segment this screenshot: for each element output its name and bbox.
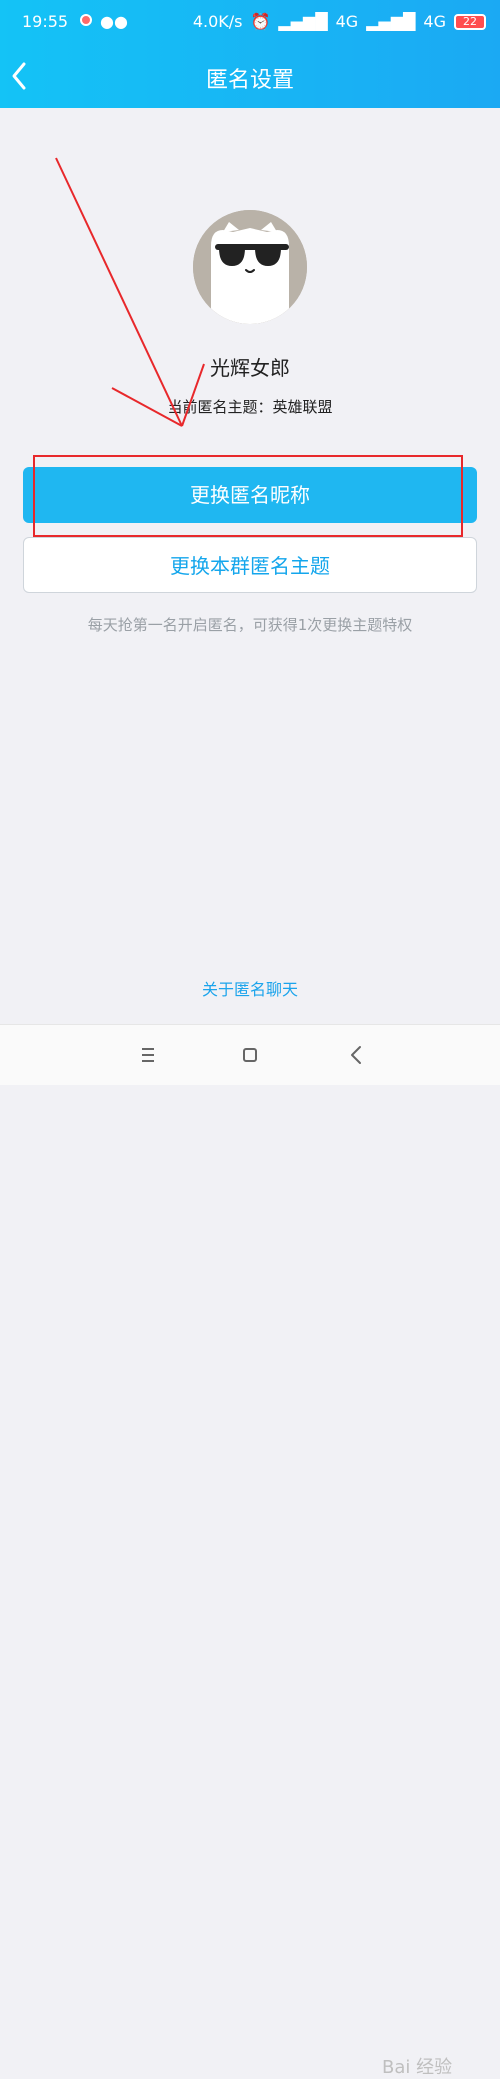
- home-square-icon: [243, 1048, 257, 1062]
- menu-button[interactable]: [118, 1025, 178, 1085]
- header-bar: 19:55 ●● 4.0K/s ⏰ ▂▄▆█ 4G ▂▄▆█ 4G 22 匿名设…: [0, 0, 500, 108]
- nav-bar: 匿名设置: [0, 44, 500, 108]
- menu-icon: [142, 1048, 154, 1062]
- battery-icon: 22: [454, 13, 486, 30]
- system-nav-bar: Bai 经验: [0, 1024, 500, 2078]
- baidu-watermark: Bai 经验: [382, 2057, 453, 2078]
- annotation-arrow: [55, 157, 183, 427]
- change-theme-button[interactable]: 更换本群匿名主题: [23, 537, 477, 593]
- about-anonymous-chat-link[interactable]: 关于匿名聊天: [0, 976, 500, 1000]
- signal-icon: ▂▄▆█: [278, 12, 328, 31]
- notification-icon: [80, 14, 92, 26]
- current-theme-label: 当前匿名主题：英雄联盟: [167, 398, 333, 416]
- system-back-button[interactable]: [326, 1025, 386, 1085]
- change-nickname-button[interactable]: 更换匿名昵称: [23, 467, 477, 523]
- system-back-icon: [351, 1046, 361, 1064]
- signal-4g-label-2: 4G: [423, 12, 446, 31]
- status-indicators: 4.0K/s ⏰ ▂▄▆█ 4G ▂▄▆█ 4G 22: [193, 12, 486, 31]
- cat-sunglasses-avatar-icon: [193, 210, 307, 324]
- status-time: 19:55: [22, 12, 69, 31]
- page-title: 匿名设置: [205, 68, 294, 93]
- status-bar: 19:55 ●● 4.0K/s ⏰ ▂▄▆█ 4G ▂▄▆█ 4G 22: [0, 0, 500, 44]
- network-speed: 4.0K/s: [192, 12, 243, 31]
- avatar: [193, 210, 307, 324]
- alarm-icon: ⏰: [250, 12, 271, 31]
- signal-icon-2: ▂▄▆█: [366, 12, 416, 31]
- home-button[interactable]: [220, 1025, 280, 1085]
- tip-text: 每天抢第一名开启匿名，可获得1次更换主题特权: [87, 616, 413, 634]
- wechat-icon: ●●: [100, 12, 128, 31]
- signal-4g-label-1: 4G: [335, 12, 359, 31]
- anonymous-nickname: 光辉女郎: [210, 356, 290, 380]
